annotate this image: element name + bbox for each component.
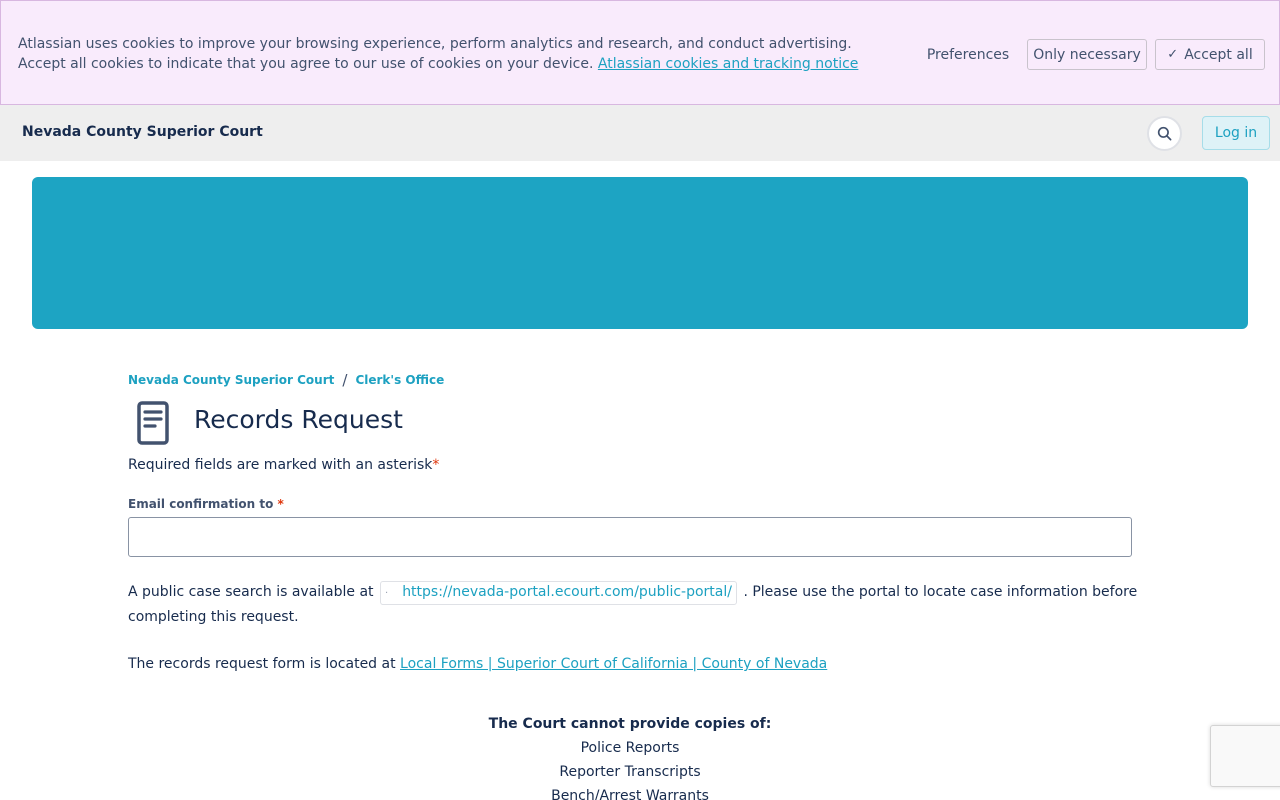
accept-all-button[interactable]: ✓ Accept all bbox=[1155, 39, 1265, 70]
email-required-asterisk: * bbox=[277, 497, 284, 511]
search-icon bbox=[1157, 126, 1172, 141]
local-forms-link[interactable]: Local Forms | Superior Court of Californ… bbox=[400, 656, 827, 672]
login-button[interactable]: Log in bbox=[1202, 116, 1270, 150]
cookie-notice-link[interactable]: Atlassian cookies and tracking notice bbox=[598, 56, 859, 72]
breadcrumb-clerks-office[interactable]: Clerk's Office bbox=[355, 373, 444, 387]
document-form-icon bbox=[137, 401, 169, 445]
breadcrumb-home[interactable]: Nevada County Superior Court bbox=[128, 373, 334, 387]
forms-paragraph: The records request form is located at L… bbox=[128, 652, 827, 676]
site-header: Nevada County Superior Court Log in bbox=[0, 105, 1280, 161]
only-necessary-button[interactable]: Only necessary bbox=[1027, 39, 1147, 70]
email-label: Email confirmation to * bbox=[128, 497, 284, 511]
hero-banner bbox=[32, 177, 1248, 329]
list-item: Bench/Arrest Warrants bbox=[551, 788, 709, 800]
check-icon: ✓ bbox=[1167, 47, 1179, 62]
required-asterisk: * bbox=[432, 457, 440, 473]
recaptcha-badge[interactable] bbox=[1210, 725, 1280, 787]
portal-paragraph-prefix: A public case search is available at bbox=[128, 584, 374, 600]
cookie-text: Atlassian uses cookies to improve your b… bbox=[18, 34, 898, 74]
accept-all-label: Accept all bbox=[1184, 46, 1253, 63]
portal-paragraph: A public case search is available at · ht… bbox=[128, 580, 1138, 629]
list-item: Reporter Transcripts bbox=[559, 764, 701, 780]
portal-link-text: https://nevada-portal.ecourt.com/public-… bbox=[402, 584, 732, 600]
site-name[interactable]: Nevada County Superior Court bbox=[22, 124, 263, 140]
link-favicon-icon: · bbox=[385, 588, 389, 599]
search-button[interactable] bbox=[1147, 116, 1182, 151]
email-label-text: Email confirmation to bbox=[128, 497, 274, 511]
cannot-provide-section: The Court cannot provide copies of: Poli… bbox=[128, 712, 1132, 800]
list-item: Police Reports bbox=[580, 740, 680, 756]
cookie-banner: Atlassian uses cookies to improve your b… bbox=[0, 0, 1280, 105]
email-field[interactable] bbox=[128, 517, 1132, 557]
required-note-text: Required fields are marked with an aster… bbox=[128, 457, 433, 473]
breadcrumb: Nevada County Superior Court / Clerk's O… bbox=[128, 371, 444, 389]
breadcrumb-separator: / bbox=[342, 371, 348, 389]
page-title: Records Request bbox=[194, 405, 403, 434]
preferences-button[interactable]: Preferences bbox=[919, 39, 1017, 70]
required-fields-note: Required fields are marked with an aster… bbox=[128, 457, 439, 473]
cannot-provide-heading: The Court cannot provide copies of: bbox=[488, 716, 772, 732]
portal-link[interactable]: · https://nevada-portal.ecourt.com/public… bbox=[380, 581, 737, 605]
forms-paragraph-prefix: The records request form is located at bbox=[128, 656, 396, 672]
